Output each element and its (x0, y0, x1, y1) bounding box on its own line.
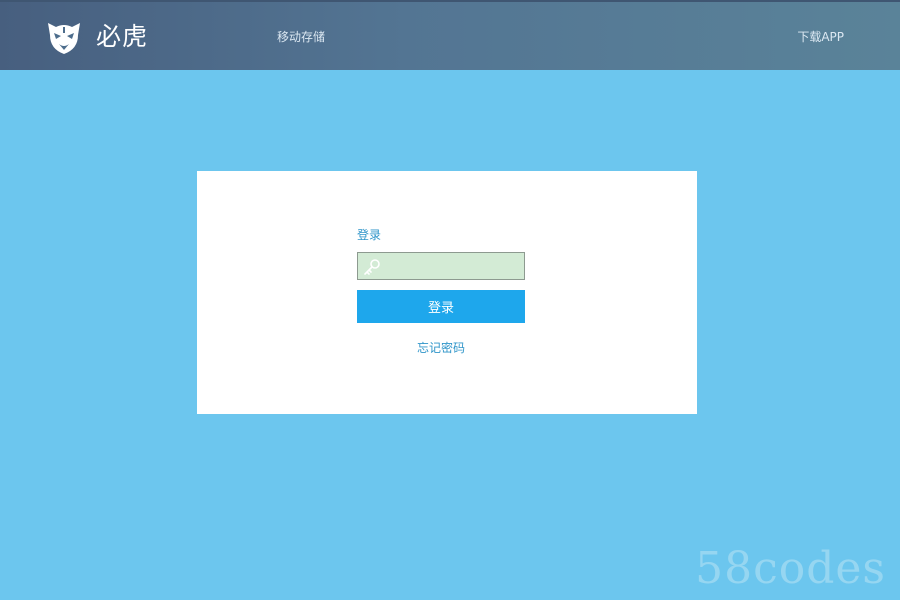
key-input-field[interactable] (357, 252, 525, 280)
key-icon (364, 259, 380, 275)
login-button[interactable]: 登录 (357, 290, 525, 323)
brand-logo[interactable]: 必虎 (44, 16, 148, 58)
key-input[interactable] (384, 253, 522, 279)
top-header: 必虎 移动存储 下载APP (0, 0, 900, 70)
tiger-head-icon (48, 23, 80, 54)
login-title: 登录 (357, 228, 382, 242)
watermark: 58codes (695, 543, 886, 594)
forgot-password-link[interactable]: 忘记密码 (357, 339, 525, 356)
nav-mobile-storage[interactable]: 移动存储 (277, 28, 325, 45)
brand-name: 必虎 (96, 22, 149, 51)
nav-download-app[interactable]: 下载APP (797, 28, 844, 45)
login-card: 登录 登录 忘记密码 (197, 171, 697, 414)
